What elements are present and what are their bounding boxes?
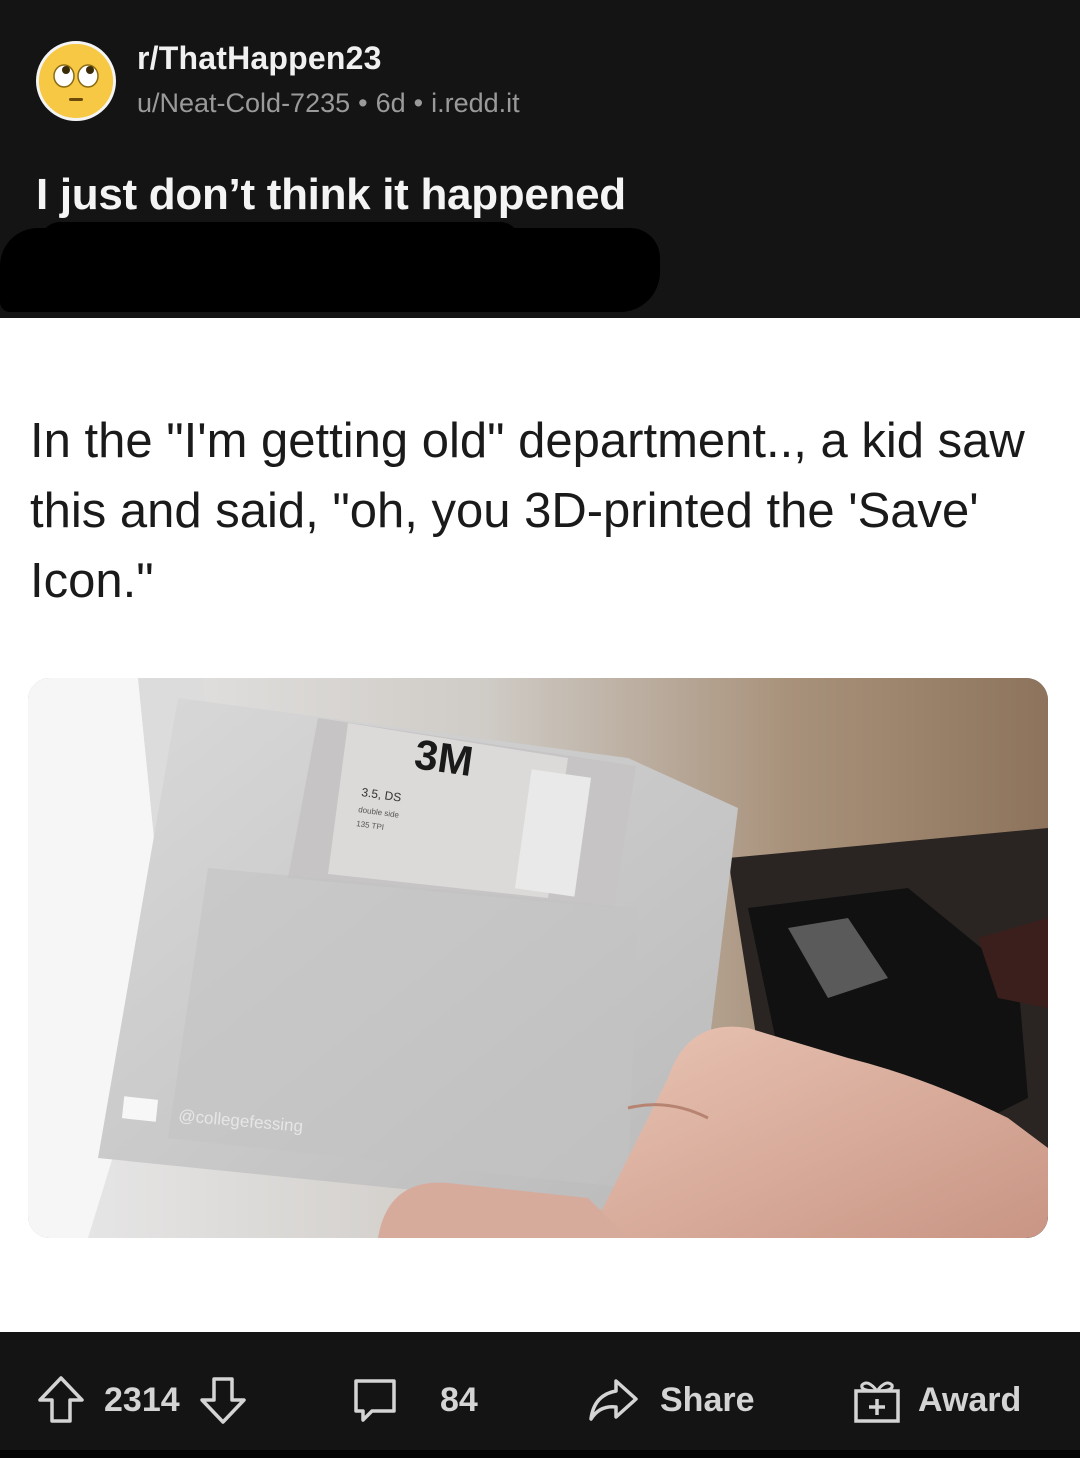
share-arrow-icon — [589, 1379, 638, 1421]
vote-group: 2314 — [36, 1370, 248, 1430]
post-domain[interactable]: i.redd.it — [431, 88, 520, 118]
post-meta: u/Neat-Cold-7235 • 6d • i.redd.it — [137, 88, 520, 119]
subreddit-name[interactable]: r/ThatHappen23 — [137, 40, 382, 77]
speech-bubble-icon — [354, 1379, 396, 1422]
arrow-up-icon[interactable] — [36, 1374, 86, 1426]
subreddit-avatar[interactable] — [36, 41, 116, 121]
award-button[interactable]: Award — [852, 1370, 1021, 1430]
post-age: 6d — [375, 88, 406, 118]
arrow-down-icon[interactable] — [198, 1374, 248, 1426]
award-label: Award — [918, 1380, 1022, 1419]
image-caption: In the "I'm getting old" department.., a… — [30, 414, 1025, 608]
share-button[interactable]: Share — [586, 1370, 755, 1430]
redaction-mark — [0, 228, 660, 312]
disk-brand-text: 3M — [412, 730, 476, 785]
gift-icon — [854, 1381, 900, 1423]
nav-bar-edge — [0, 1450, 1080, 1458]
post-image[interactable]: In the "I'm getting old" department.., a… — [0, 318, 1080, 1332]
comments-button[interactable]: 84 — [350, 1370, 478, 1430]
post-header: r/ThatHappen23 u/Neat-Cold-7235 • 6d • i.red… — [0, 0, 1080, 318]
post-title[interactable]: I just don’t think it happened — [36, 170, 626, 220]
comment-count: 84 — [440, 1380, 478, 1419]
separator: • — [358, 88, 368, 118]
author-name[interactable]: u/Neat-Cold-7235 — [137, 88, 350, 118]
separator: • — [413, 88, 424, 118]
share-label: Share — [660, 1380, 755, 1419]
upvote-count: 2314 — [104, 1380, 180, 1419]
floppy-disk-photo: 3M 3.5, DS double side 135 TPI @collegef… — [28, 678, 1048, 1238]
rolling-eyes-face-icon — [39, 44, 113, 118]
